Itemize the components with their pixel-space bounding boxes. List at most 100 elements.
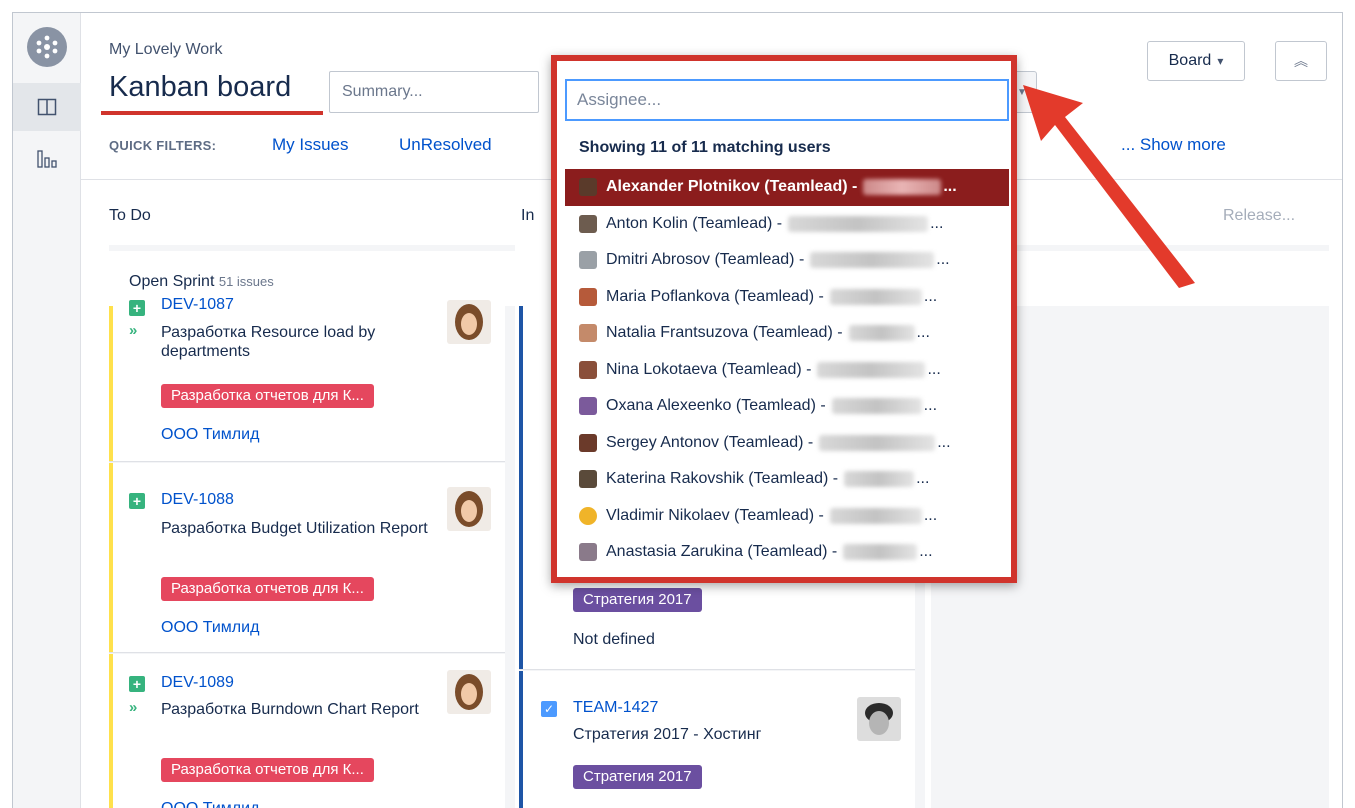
issue-summary: Разработка Burndown Chart Report bbox=[161, 701, 419, 718]
redacted-email bbox=[863, 179, 942, 196]
user-suggestion-list: Alexander Plotnikov (Teamlead) - ... Ant… bbox=[565, 169, 1009, 571]
company-field: ООО Тимлид bbox=[161, 619, 260, 636]
annotation-arrow-icon bbox=[1023, 85, 1195, 288]
ellipsis: ... bbox=[923, 397, 938, 415]
user-avatar bbox=[579, 214, 597, 233]
ellipsis: ... bbox=[927, 360, 941, 378]
issue-key[interactable]: DEV-1088 bbox=[161, 491, 234, 509]
low-priority-icon: » bbox=[129, 699, 138, 716]
user-name: Sergey Antonov (Teamlead) - bbox=[606, 433, 814, 451]
low-priority-icon: » bbox=[129, 322, 138, 339]
epic-label[interactable]: Разработка отчетов для К... bbox=[161, 384, 374, 408]
summary-filter-input[interactable] bbox=[329, 71, 539, 113]
left-navigation bbox=[13, 13, 81, 808]
ellipsis: ... bbox=[930, 214, 944, 232]
user-avatar bbox=[579, 397, 597, 416]
story-type-icon: + bbox=[129, 493, 145, 509]
user-option[interactable]: Dmitri Abrosov (Teamlead) - ... bbox=[565, 242, 1009, 279]
redacted-email bbox=[831, 398, 922, 415]
annotation-underline bbox=[101, 111, 323, 115]
column-header-bar bbox=[109, 245, 515, 251]
issue-card[interactable]: + DEV-1088 Разработка Budget Utilization… bbox=[109, 463, 505, 653]
sprint-issue-count: 51 issues bbox=[218, 274, 274, 289]
user-option[interactable]: Anastasia Zarukina (Teamlead) - ... bbox=[565, 534, 1009, 571]
issue-summary: Разработка Budget Utilization Report bbox=[161, 520, 428, 537]
user-avatar bbox=[579, 470, 597, 489]
matching-users-status: Showing 11 of 11 matching users bbox=[579, 139, 831, 156]
user-option[interactable]: Sergey Antonov (Teamlead) - ... bbox=[565, 425, 1009, 462]
epic-label[interactable]: Разработка отчетов для К... bbox=[161, 577, 374, 601]
assignee-avatar[interactable] bbox=[447, 487, 491, 531]
user-option[interactable]: Oxana Alexeenko (Teamlead) - ... bbox=[565, 388, 1009, 425]
user-option[interactable]: Maria Poflankova (Teamlead) - ... bbox=[565, 279, 1009, 316]
project-name[interactable]: My Lovely Work bbox=[109, 41, 223, 59]
epic-label[interactable]: Разработка отчетов для К... bbox=[161, 758, 374, 782]
redacted-email bbox=[819, 434, 936, 451]
sprint-name: Open Sprint bbox=[129, 273, 215, 290]
quick-filter-my-issues[interactable]: My Issues bbox=[272, 135, 349, 155]
ellipsis: ... bbox=[919, 543, 933, 561]
card-color-bar bbox=[109, 654, 113, 808]
assignee-avatar[interactable] bbox=[857, 697, 901, 741]
app-frame: My Lovely Work Kanban board ▼ Board ▾ ︽ … bbox=[12, 12, 1343, 808]
collapse-header-button[interactable]: ︽ bbox=[1275, 41, 1327, 81]
quick-filter-unresolved[interactable]: UnResolved bbox=[399, 135, 492, 155]
double-chevron-up-icon: ︽ bbox=[1294, 53, 1308, 69]
user-option[interactable]: Anton Kolin (Teamlead) - ... bbox=[565, 206, 1009, 243]
user-name: Oxana Alexeenko (Teamlead) - bbox=[606, 397, 826, 415]
redacted-email bbox=[844, 471, 915, 488]
board-menu-button[interactable]: Board ▾ bbox=[1147, 41, 1245, 81]
user-avatar bbox=[579, 287, 597, 306]
redacted-email bbox=[848, 325, 915, 342]
redacted-email bbox=[817, 361, 926, 378]
issue-card[interactable]: + DEV-1087 » Разработка Resource load by… bbox=[109, 296, 505, 462]
user-option[interactable]: Katerina Rakovshik (Teamlead) - ... bbox=[565, 461, 1009, 498]
epic-label[interactable]: Стратегия 2017 bbox=[573, 765, 702, 789]
redacted-email bbox=[843, 544, 918, 561]
epic-label[interactable]: Стратегия 2017 bbox=[573, 588, 702, 612]
user-name: Katerina Rakovshik (Teamlead) - bbox=[606, 470, 839, 488]
sprint-label: Open Sprint 51 issues bbox=[129, 273, 274, 291]
board-button-label: Board bbox=[1168, 52, 1212, 69]
issue-key[interactable]: TEAM-1427 bbox=[573, 699, 658, 717]
issue-summary: Разработка Resource load by departments bbox=[161, 324, 376, 360]
release-link[interactable]: Release... bbox=[1223, 207, 1295, 225]
assignee-dropdown: Showing 11 of 11 matching users Alexande… bbox=[551, 55, 1017, 583]
reports-icon[interactable] bbox=[13, 135, 81, 183]
issue-key[interactable]: DEV-1089 bbox=[161, 674, 234, 692]
user-option[interactable]: Nina Lokotaeva (Teamlead) - ... bbox=[565, 352, 1009, 389]
user-avatar bbox=[579, 506, 597, 525]
user-option[interactable]: Vladimir Nikolaev (Teamlead) - ... bbox=[565, 498, 1009, 535]
board-title: Kanban board bbox=[109, 71, 292, 103]
issue-card[interactable]: ✓ TEAM-1427 Стратегия 2017 - Хостинг Стр… bbox=[519, 671, 915, 808]
assignee-avatar[interactable] bbox=[447, 300, 491, 344]
issue-summary: Стратегия 2017 - Хостинг bbox=[573, 726, 762, 743]
user-avatar bbox=[579, 178, 597, 197]
user-avatar bbox=[579, 433, 597, 452]
issue-card[interactable]: + DEV-1089 » Разработка Burndown Chart R… bbox=[109, 654, 505, 808]
user-name: Vladimir Nikolaev (Teamlead) - bbox=[606, 506, 824, 524]
company-field: ООО Тимлид bbox=[161, 426, 260, 443]
issue-key[interactable]: DEV-1087 bbox=[161, 296, 234, 314]
redacted-email bbox=[829, 288, 922, 305]
user-name: Nina Lokotaeva (Teamlead) - bbox=[606, 360, 812, 378]
board-view-icon[interactable] bbox=[13, 83, 81, 131]
user-avatar bbox=[579, 360, 597, 379]
ellipsis: ... bbox=[936, 251, 950, 269]
product-logo-icon[interactable] bbox=[27, 27, 67, 67]
user-option[interactable]: Natalia Frantsuzova (Teamlead) - ... bbox=[565, 315, 1009, 352]
user-name: Maria Poflankova (Teamlead) - bbox=[606, 287, 824, 305]
redacted-email bbox=[810, 252, 935, 269]
user-avatar bbox=[579, 324, 597, 343]
quick-filters-label: QUICK FILTERS: bbox=[109, 138, 217, 153]
assignee-input[interactable] bbox=[565, 79, 1009, 121]
ellipsis: ... bbox=[916, 470, 930, 488]
column-header-in-progress: In bbox=[521, 207, 535, 224]
ellipsis: ... bbox=[923, 506, 938, 524]
assignee-avatar[interactable] bbox=[447, 670, 491, 714]
redacted-email bbox=[788, 215, 929, 232]
card-color-bar bbox=[519, 306, 523, 669]
card-color-bar bbox=[109, 463, 113, 652]
user-option-selected[interactable]: Alexander Plotnikov (Teamlead) - ... bbox=[565, 169, 1009, 206]
card-color-bar bbox=[109, 306, 113, 461]
